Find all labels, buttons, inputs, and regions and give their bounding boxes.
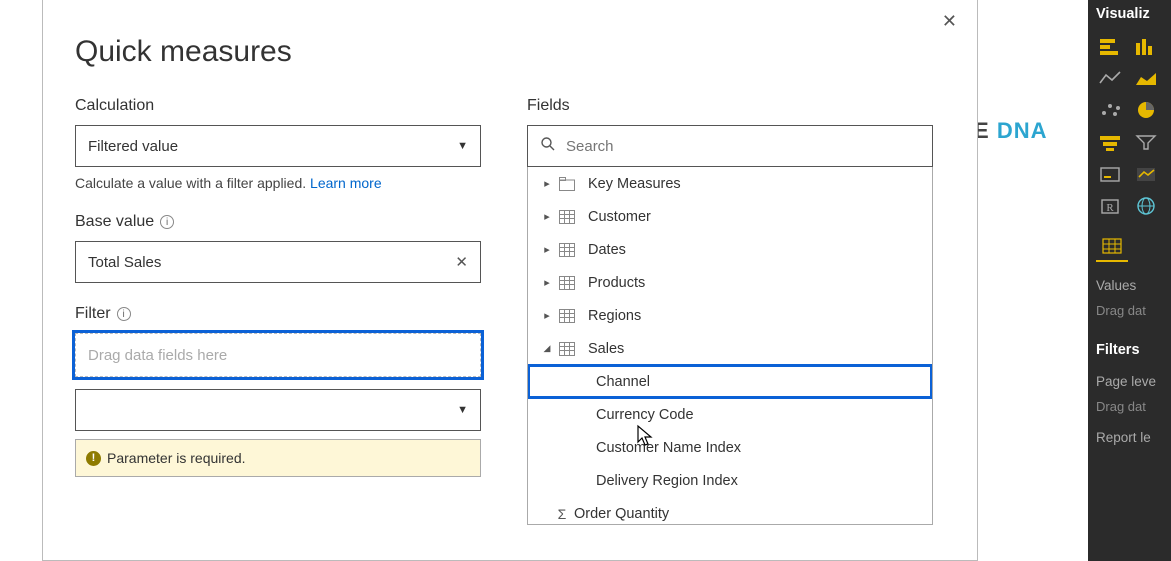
calculation-select[interactable]: Filtered value ▼ — [75, 125, 481, 167]
field-label: Dates — [588, 242, 626, 258]
svg-text:R: R — [1106, 202, 1114, 214]
viz-funnel-icon[interactable] — [1094, 128, 1126, 156]
visualizations-panel: Visualiz R Values Drag dat Filters Page … — [1088, 0, 1171, 561]
field-label: Products — [588, 275, 645, 291]
fields-tree: ▸ Key Measures ▸ Customer ▸ Dates ▸ Products ▸ Re… — [527, 167, 933, 525]
field-tree-child[interactable]: Delivery Region Index — [528, 464, 932, 497]
sigma-icon: Σ — [552, 506, 572, 522]
caret-down-icon: ◢ — [540, 343, 554, 354]
clear-base-value-button[interactable]: ✕ — [455, 253, 468, 271]
field-label: Regions — [588, 308, 641, 324]
dialog-title: Quick measures — [75, 35, 945, 69]
field-tree-child[interactable]: Customer Name Index — [528, 431, 932, 464]
viz-r-script-icon[interactable]: R — [1094, 192, 1126, 220]
folder-icon — [556, 177, 578, 191]
fields-tab-icon[interactable] — [1100, 236, 1124, 256]
base-value-label: Base value i — [75, 213, 481, 231]
field-tree-item[interactable]: ▸ Regions — [528, 299, 932, 332]
search-icon — [540, 136, 556, 157]
close-icon: ✕ — [942, 11, 957, 31]
caret-right-icon: ▸ — [540, 276, 554, 289]
viz-slicer-icon[interactable] — [1130, 128, 1162, 156]
fields-search-input[interactable] — [566, 138, 920, 155]
table-icon — [556, 309, 578, 323]
filter-placeholder: Drag data fields here — [88, 347, 227, 364]
quick-measures-dialog: ✕ Quick measures Calculation Filtered va… — [42, 0, 978, 561]
table-icon — [556, 210, 578, 224]
field-label: Currency Code — [596, 407, 694, 423]
field-label: Key Measures — [588, 176, 681, 192]
field-tree-item[interactable]: ▸ Products — [528, 266, 932, 299]
viz-area-icon[interactable] — [1130, 64, 1162, 92]
field-tree-item[interactable]: ▸ Key Measures — [528, 167, 932, 200]
calculation-selected-value: Filtered value — [88, 138, 178, 155]
info-icon: i — [160, 215, 174, 229]
background-brand-text: E DNA — [974, 118, 1047, 144]
report-level-filters-label: Report le — [1096, 430, 1165, 445]
page-level-filters-label: Page leve — [1096, 374, 1165, 389]
chevron-down-icon: ▼ — [457, 404, 468, 416]
visualizations-title: Visualiz — [1096, 6, 1165, 22]
table-icon — [556, 342, 578, 356]
info-icon: i — [117, 307, 131, 321]
parameter-required-error: ! Parameter is required. — [75, 439, 481, 477]
field-tree-child[interactable]: Currency Code — [528, 398, 932, 431]
field-tree-item[interactable]: ▸ Dates — [528, 233, 932, 266]
viz-scatter-icon[interactable] — [1094, 96, 1126, 124]
field-tree-child[interactable]: ΣOrder Quantity — [528, 497, 932, 525]
caret-right-icon: ▸ — [540, 210, 554, 223]
viz-card-icon[interactable] — [1094, 160, 1126, 188]
viz-pie-icon[interactable] — [1130, 96, 1162, 124]
field-label: Sales — [588, 341, 624, 357]
warning-icon: ! — [86, 451, 101, 466]
viz-clustered-column-icon[interactable] — [1130, 32, 1162, 60]
values-drop-zone[interactable]: Drag dat — [1096, 303, 1165, 318]
filters-section-title: Filters — [1096, 342, 1165, 358]
caret-right-icon: ▸ — [540, 309, 554, 322]
field-label: Order Quantity — [574, 506, 669, 522]
table-icon — [556, 243, 578, 257]
filter-value-select[interactable]: ▼ — [75, 389, 481, 431]
field-tree-item[interactable]: ▸ Customer — [528, 200, 932, 233]
table-icon — [556, 276, 578, 290]
base-value-field[interactable]: Total Sales ✕ — [75, 241, 481, 283]
caret-right-icon: ▸ — [540, 243, 554, 256]
caret-right-icon: ▸ — [540, 177, 554, 190]
calculation-helper: Calculate a value with a filter applied.… — [75, 175, 481, 191]
field-label: Channel — [596, 374, 650, 390]
field-label: Customer Name Index — [596, 440, 741, 456]
fields-search-box[interactable] — [527, 125, 933, 167]
field-tree-child[interactable]: Channel — [528, 365, 932, 398]
field-label: Customer — [588, 209, 651, 225]
visualization-type-grid: R — [1094, 32, 1165, 220]
filter-drop-zone[interactable]: Drag data fields here — [75, 333, 481, 377]
page-level-drop-zone[interactable]: Drag dat — [1096, 399, 1165, 414]
calculation-label: Calculation — [75, 97, 481, 115]
viz-line-icon[interactable] — [1094, 64, 1126, 92]
learn-more-link[interactable]: Learn more — [310, 175, 382, 191]
fields-label: Fields — [527, 97, 933, 115]
field-label: Delivery Region Index — [596, 473, 738, 489]
viz-stacked-bar-icon[interactable] — [1094, 32, 1126, 60]
chevron-down-icon: ▼ — [457, 140, 468, 152]
values-section-label: Values — [1096, 278, 1165, 293]
close-button[interactable]: ✕ — [938, 7, 961, 36]
viz-kpi-icon[interactable] — [1130, 160, 1162, 188]
viz-globe-icon[interactable] — [1130, 192, 1162, 220]
field-tree-item[interactable]: ◢ Sales — [528, 332, 932, 365]
base-value-text: Total Sales — [88, 254, 161, 271]
filter-label: Filter i — [75, 305, 481, 323]
error-text: Parameter is required. — [107, 450, 246, 466]
